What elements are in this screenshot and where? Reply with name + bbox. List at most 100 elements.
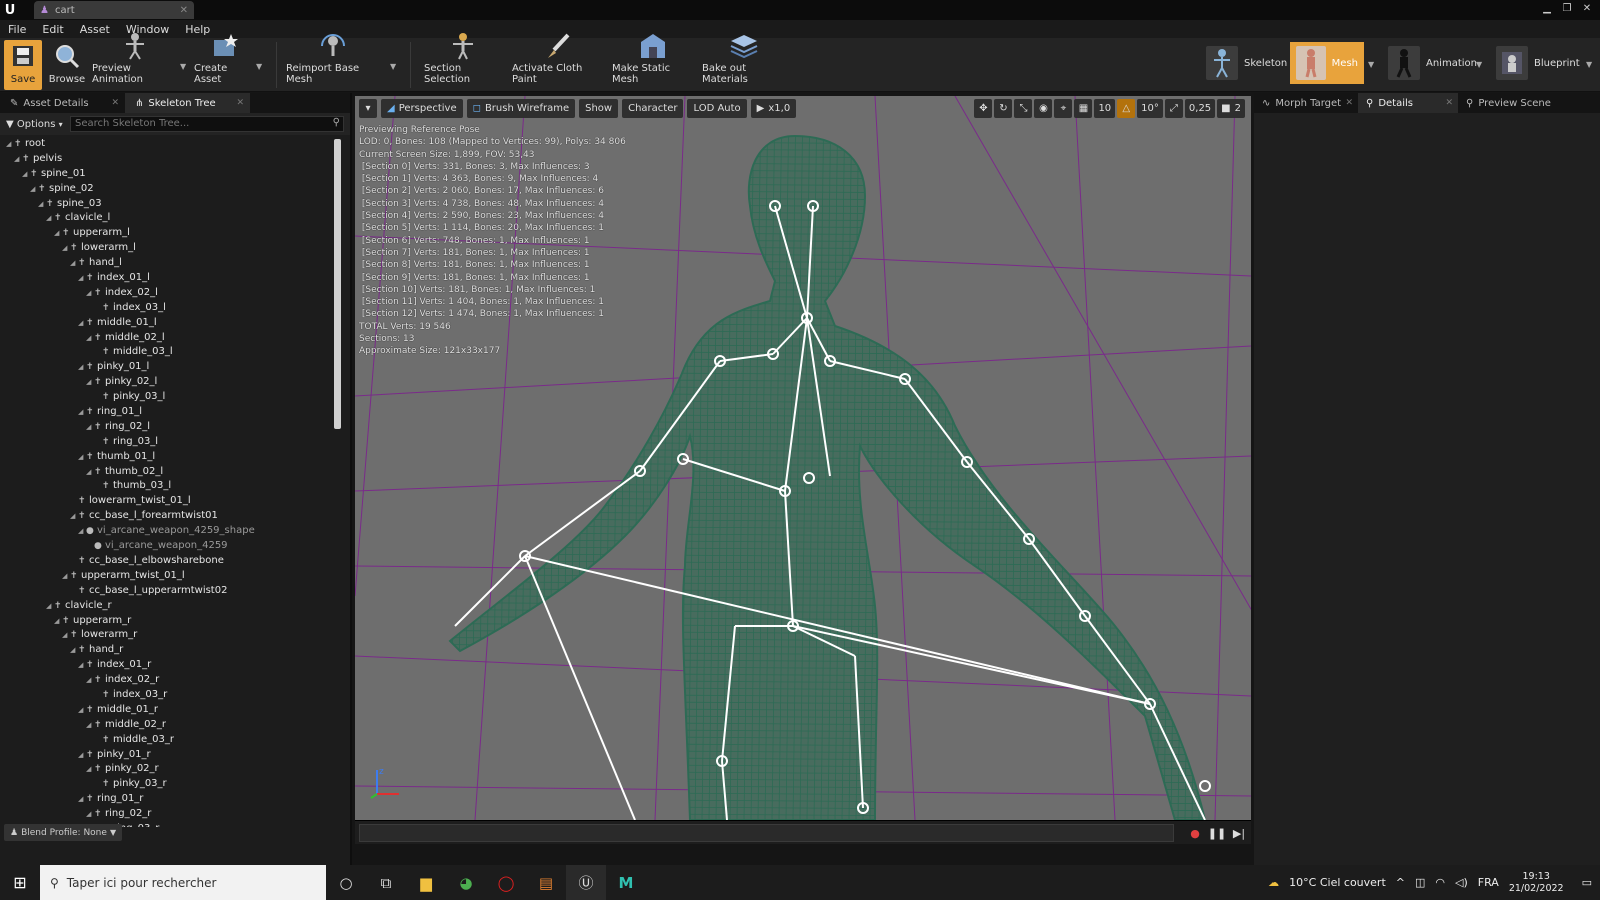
close-tab-icon[interactable]: ✕ — [180, 5, 188, 16]
tree-row[interactable]: ◢ ✝ ring_01_l — [0, 405, 340, 420]
expand-arrow-icon[interactable]: ◢ — [86, 718, 94, 733]
expand-arrow-icon[interactable]: ◢ — [78, 748, 86, 763]
expand-arrow-icon[interactable]: ◢ — [70, 256, 78, 271]
tree-row[interactable]: ◢ ✝ pinky_01_r — [0, 748, 340, 763]
blueprint-mode-dropdown-icon[interactable]: ▼ — [1586, 60, 1592, 69]
tree-row[interactable]: ◢ ✝ cc_base_l_forearmtwist01 — [0, 509, 340, 524]
cortana-icon[interactable]: ○ — [326, 865, 366, 900]
tree-row[interactable]: ◢ ✝ hand_r — [0, 643, 340, 658]
opera-icon[interactable]: ◯ — [486, 865, 526, 900]
tree-row[interactable]: ◢ ✝ middle_01_r — [0, 703, 340, 718]
chrome-icon[interactable]: ◕ — [446, 865, 486, 900]
reimport-base-mesh-button[interactable]: Reimport Base Mesh — [286, 34, 380, 90]
expand-arrow-icon[interactable]: ◢ — [78, 316, 86, 331]
options-dropdown[interactable]: ▼ Options ▾ — [6, 119, 64, 130]
section-selection-button[interactable]: Section Selection — [424, 33, 502, 90]
close-window-icon[interactable]: ✕ — [1580, 1, 1594, 15]
tree-row[interactable]: ◢ ✝ middle_02_r — [0, 718, 340, 733]
unreal-engine-taskbar-icon[interactable]: Ⓤ — [566, 865, 606, 900]
translate-icon[interactable]: ✥ — [974, 99, 993, 118]
tray-expand-icon[interactable]: ^ — [1396, 876, 1405, 889]
tree-row[interactable]: ◢ ✝ middle_01_l — [0, 316, 340, 331]
tree-row[interactable]: ✝ middle_03_l — [0, 345, 340, 360]
show-button[interactable]: Show — [579, 98, 619, 118]
expand-arrow-icon[interactable]: ◢ — [78, 792, 86, 807]
menu-help[interactable]: Help — [185, 23, 210, 36]
tree-row[interactable]: ✝ middle_03_r — [0, 733, 340, 748]
tree-row[interactable]: ✝ pinky_03_l — [0, 390, 340, 405]
angle-snap-icon[interactable]: △ — [1117, 99, 1136, 118]
tree-row[interactable]: ◢ ✝ ring_02_l — [0, 420, 340, 435]
tree-row[interactable]: ◢ ✝ middle_02_l — [0, 331, 340, 346]
animation-mode-dropdown-icon[interactable]: ▼ — [1476, 60, 1482, 69]
pause-icon[interactable]: ❚❚ — [1208, 825, 1226, 841]
character-button[interactable]: Character — [622, 98, 684, 118]
expand-arrow-icon[interactable]: ◢ — [14, 152, 22, 167]
tree-row[interactable]: ◢ ✝ index_02_r — [0, 673, 340, 688]
expand-arrow-icon[interactable]: ◢ — [22, 167, 30, 182]
tree-row[interactable]: ✝ pinky_03_r — [0, 777, 340, 792]
mode-skeleton-button[interactable]: Skeleton — [1200, 42, 1293, 84]
menu-asset[interactable]: Asset — [80, 23, 110, 36]
lod-auto-button[interactable]: LOD Auto — [687, 98, 747, 118]
tree-row[interactable]: ◢ ✝ index_02_l — [0, 286, 340, 301]
create-asset-dropdown-icon[interactable]: ▼ — [256, 62, 262, 71]
timeline-scrubber[interactable] — [359, 824, 1174, 842]
expand-arrow-icon[interactable]: ◢ — [46, 211, 54, 226]
tree-row[interactable]: ✝ ring_03_l — [0, 435, 340, 450]
tree-row[interactable]: ◢ ✝ clavicle_r — [0, 599, 340, 614]
step-forward-icon[interactable]: ▶| — [1231, 825, 1247, 841]
tree-scrollbar[interactable] — [334, 139, 341, 429]
tree-row[interactable]: ◢ ✝ upperarm_l — [0, 226, 340, 241]
close-tab-icon[interactable]: ✕ — [1445, 98, 1453, 108]
activate-cloth-paint-button[interactable]: Activate Cloth Paint — [512, 33, 604, 90]
tab-preview-scene[interactable]: ⚲ Preview Scene — [1458, 93, 1564, 113]
tree-row[interactable]: ◢ ✝ lowerarm_l — [0, 241, 340, 256]
expand-arrow-icon[interactable]: ◢ — [86, 807, 94, 822]
expand-arrow-icon[interactable]: ◢ — [54, 226, 62, 241]
tree-row[interactable]: ◢ ✝ pinky_01_l — [0, 360, 340, 375]
create-asset-button[interactable]: Create Asset — [194, 34, 256, 90]
menu-file[interactable]: File — [8, 23, 26, 36]
tree-row[interactable]: ◢ ✝ spine_03 — [0, 197, 340, 212]
tree-row[interactable]: ◢ ✝ ring_01_r — [0, 792, 340, 807]
expand-arrow-icon[interactable]: ◢ — [86, 375, 94, 390]
search-skeleton-tree-input[interactable]: Search Skeleton Tree... ⚲ — [70, 116, 344, 132]
windows-start-icon[interactable]: ⊞ — [0, 865, 40, 900]
bake-out-materials-button[interactable]: Bake out Materials — [702, 35, 786, 90]
tree-row[interactable]: ● vi_arcane_weapon_4259 — [0, 539, 340, 554]
expand-arrow-icon[interactable]: ◢ — [78, 271, 86, 286]
unreal-logo-icon[interactable]: U — [0, 0, 20, 20]
record-icon[interactable]: ● — [1187, 825, 1203, 841]
blend-profile-dropdown[interactable]: ♟ Blend Profile: None ▼ — [4, 824, 123, 841]
expand-arrow-icon[interactable]: ◢ — [78, 703, 86, 718]
tree-row[interactable]: ✝ lowerarm_twist_01_l — [0, 494, 340, 509]
scale-icon[interactable]: ⤡ — [1014, 99, 1033, 118]
mode-mesh-button[interactable]: Mesh — [1290, 42, 1364, 84]
tree-row[interactable]: ◢ ✝ hand_l — [0, 256, 340, 271]
tree-row[interactable]: ✝ index_03_r — [0, 688, 340, 703]
close-tab-icon[interactable]: ✕ — [111, 98, 119, 108]
tree-row[interactable]: ◢ ✝ index_01_r — [0, 658, 340, 673]
grid-snap-icon[interactable]: ▦ — [1074, 99, 1093, 118]
world-space-icon[interactable]: ◉ — [1034, 99, 1053, 118]
preview-animation-button[interactable]: Preview Animation — [92, 33, 178, 90]
tab-skeleton-tree[interactable]: ⋔ Skeleton Tree ✕ — [125, 93, 250, 113]
expand-arrow-icon[interactable]: ◢ — [86, 465, 94, 480]
grid-size-value[interactable]: 10 — [1094, 99, 1116, 118]
maximize-icon[interactable]: ❐ — [1560, 1, 1574, 15]
tree-row[interactable]: ◢ ✝ upperarm_r — [0, 614, 340, 629]
tree-row[interactable]: ◢ ✝ pinky_02_l — [0, 375, 340, 390]
viewport[interactable]: ▾ ◢ Perspective ◻ Brush Wireframe Show Cha… — [355, 96, 1251, 820]
expand-arrow-icon[interactable]: ◢ — [78, 405, 86, 420]
weather-text[interactable]: 10°C Ciel couvert — [1289, 876, 1386, 889]
close-tab-icon[interactable]: ✕ — [1345, 98, 1353, 108]
tree-row[interactable]: ✝ cc_base_l_elbowsharebone — [0, 554, 340, 569]
perspective-button[interactable]: ◢ Perspective — [381, 98, 463, 118]
tree-row[interactable]: ◢ ✝ spine_02 — [0, 182, 340, 197]
search-icon[interactable]: ⚲ — [333, 116, 340, 130]
tree-row[interactable]: ◢ ✝ pinky_02_r — [0, 762, 340, 777]
expand-arrow-icon[interactable]: ◢ — [30, 182, 38, 197]
expand-arrow-icon[interactable]: ◢ — [62, 628, 70, 643]
expand-arrow-icon[interactable]: ◢ — [54, 614, 62, 629]
